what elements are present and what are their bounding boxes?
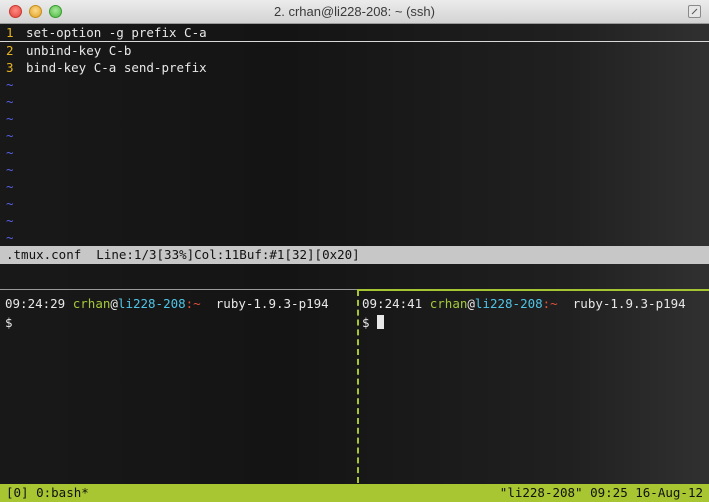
- line-text: set-option -g prefix C-a: [26, 25, 207, 40]
- prompt-user: crhan: [429, 296, 468, 311]
- prompt-host: li228-208: [474, 296, 543, 311]
- line-number: 3: [6, 60, 14, 75]
- vim-line: 1 set-option -g prefix C-a: [6, 24, 207, 41]
- shell-prompt-info: 09:24:29 crhan@li228-208:~ ruby-1.9.3-p1…: [5, 295, 329, 312]
- divider-inactive: [0, 289, 357, 290]
- title-bar[interactable]: 2. crhan@li228-208: ~ (ssh): [0, 0, 709, 24]
- window-title: 2. crhan@li228-208: ~ (ssh): [274, 4, 435, 19]
- prompt-at: @: [467, 296, 475, 311]
- empty-line-tilde: ~: [6, 196, 14, 211]
- prompt-host: li228-208: [117, 296, 186, 311]
- empty-line-tilde: ~: [6, 162, 14, 177]
- line-number: 1: [6, 25, 14, 40]
- prompt-time: 09:24:41: [362, 296, 423, 311]
- prompt-at: @: [110, 296, 118, 311]
- terminal-window: 2. crhan@li228-208: ~ (ssh) 1 set-option …: [0, 0, 709, 502]
- terminal-area[interactable]: 1 set-option -g prefix C-a 2 unbind-key C-…: [0, 24, 709, 502]
- text-cursor: [377, 315, 385, 329]
- prompt-time: 09:24:29: [5, 296, 66, 311]
- prompt-path: :~: [542, 296, 558, 311]
- line-text: unbind-key C-b: [26, 43, 132, 58]
- pane-horizontal-divider[interactable]: [0, 289, 709, 291]
- empty-line-tilde: ~: [6, 179, 14, 194]
- vim-status-line: .tmux.conf Line:1/3[33%]Col:11Buf:#1[32]…: [0, 246, 709, 264]
- tmux-status-right: "li228-208" 09:25 16-Aug-12: [499, 485, 703, 500]
- prompt-ruby-version: ruby-1.9.3-p194: [215, 296, 329, 311]
- fullscreen-icon[interactable]: [688, 5, 701, 18]
- empty-line-tilde: ~: [6, 94, 14, 109]
- shell-prompt[interactable]: $: [362, 314, 385, 331]
- shell-prompt[interactable]: $: [5, 314, 13, 331]
- divider-active: [357, 289, 709, 291]
- prompt-ruby-version: ruby-1.9.3-p194: [572, 296, 686, 311]
- empty-line-tilde: ~: [6, 128, 14, 143]
- vim-line: 3 bind-key C-a send-prefix: [6, 59, 207, 76]
- shell-prompt-info: 09:24:41 crhan@li228-208:~ ruby-1.9.3-p1…: [362, 295, 686, 312]
- prompt-user: crhan: [72, 296, 111, 311]
- prompt-path: :~: [185, 296, 201, 311]
- vim-line: 2 unbind-key C-b: [6, 42, 131, 59]
- empty-line-tilde: ~: [6, 230, 14, 245]
- tmux-window-list[interactable]: [0] 0:bash*: [6, 484, 89, 502]
- empty-line-tilde: ~: [6, 145, 14, 160]
- prompt-symbol: $: [5, 315, 13, 330]
- line-text: bind-key C-a send-prefix: [26, 60, 207, 75]
- line-number: 2: [6, 43, 14, 58]
- tmux-status-bar: [0] 0:bash* "li228-208" 09:25 16-Aug-12: [0, 484, 709, 502]
- prompt-symbol: $: [362, 315, 370, 330]
- empty-line-tilde: ~: [6, 213, 14, 228]
- empty-line-tilde: ~: [6, 111, 14, 126]
- pane-vertical-divider[interactable]: [357, 290, 359, 483]
- empty-line-tilde: ~: [6, 77, 14, 92]
